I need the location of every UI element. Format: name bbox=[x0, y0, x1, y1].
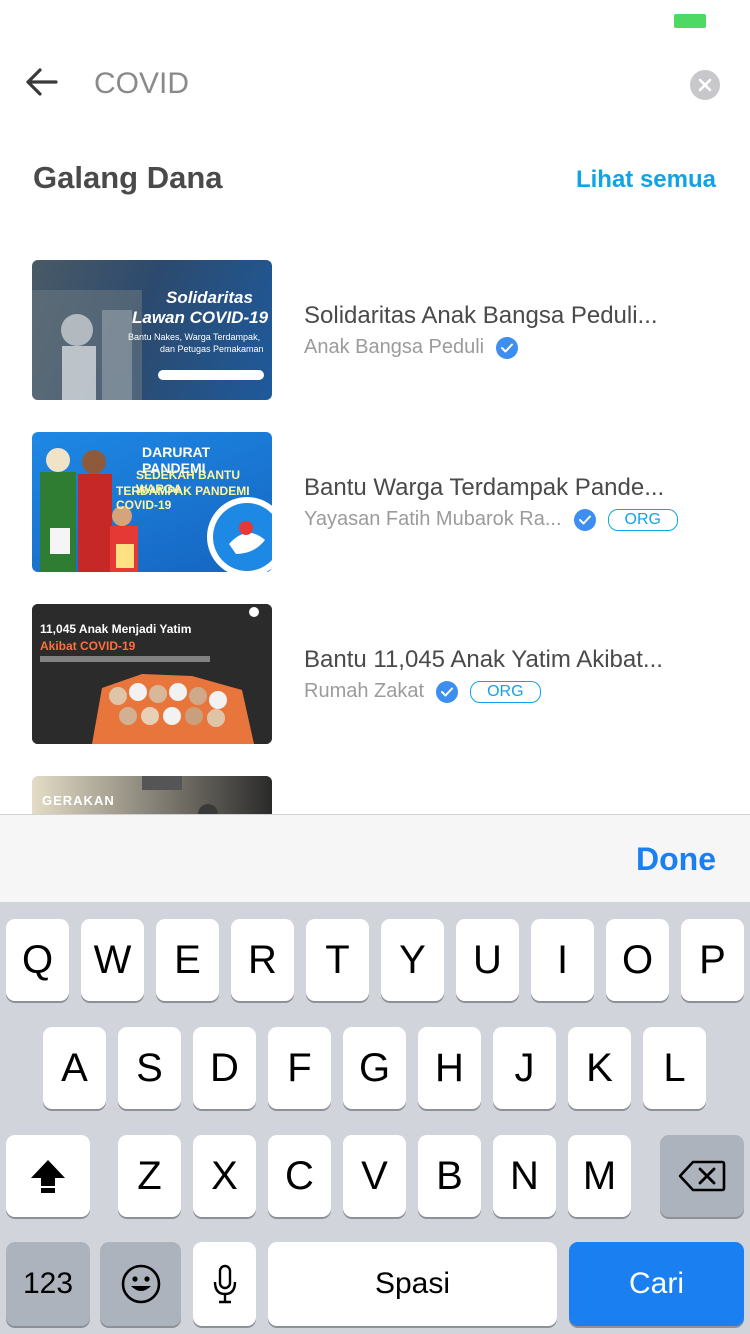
key-c[interactable]: C bbox=[268, 1135, 331, 1217]
thumbnail-headline: Lawan COVID-19 bbox=[132, 308, 269, 327]
campaign-item[interactable]: GERAKAN bbox=[0, 776, 750, 814]
organizer-name: Rumah Zakat bbox=[304, 680, 425, 702]
key-t[interactable]: T bbox=[306, 919, 369, 1001]
organizer-name: Anak Bangsa Peduli bbox=[304, 336, 485, 358]
backspace-icon bbox=[678, 1160, 726, 1192]
key-p[interactable]: P bbox=[681, 919, 744, 1001]
thumbnail-subtext: dan Petugas Pemakaman bbox=[160, 344, 264, 354]
verified-icon bbox=[436, 680, 459, 703]
thumbnail-headline: Solidaritas bbox=[166, 288, 253, 307]
key-j[interactable]: J bbox=[493, 1027, 556, 1109]
key-e[interactable]: E bbox=[156, 919, 219, 1001]
see-all-link[interactable]: Lihat semua bbox=[576, 166, 716, 194]
campaign-organizer: Anak Bangsa Peduli bbox=[304, 336, 519, 359]
key-h[interactable]: H bbox=[418, 1027, 481, 1109]
key-r[interactable]: R bbox=[231, 919, 294, 1001]
thumbnail-art bbox=[32, 290, 264, 400]
campaign-organizer: Rumah Zakat ORG bbox=[304, 680, 541, 703]
organizer-name: Yayasan Fatih Mubarok Ra... bbox=[304, 508, 562, 530]
campaign-title: Solidaritas Anak Bangsa Peduli... bbox=[304, 302, 658, 329]
backspace-key[interactable] bbox=[660, 1135, 744, 1217]
campaign-organizer: Yayasan Fatih Mubarok Ra... ORG bbox=[304, 508, 678, 531]
key-i[interactable]: I bbox=[531, 919, 594, 1001]
key-f[interactable]: F bbox=[268, 1027, 331, 1109]
key-y[interactable]: Y bbox=[381, 919, 444, 1001]
shift-icon bbox=[31, 1160, 65, 1193]
search-return-key[interactable]: Cari bbox=[569, 1242, 744, 1326]
key-b[interactable]: B bbox=[418, 1135, 481, 1217]
emoji-key[interactable] bbox=[100, 1242, 181, 1326]
search-input[interactable] bbox=[94, 64, 654, 104]
clear-search-button[interactable] bbox=[690, 70, 720, 100]
key-s[interactable]: S bbox=[118, 1027, 181, 1109]
key-u[interactable]: U bbox=[456, 919, 519, 1001]
key-v[interactable]: V bbox=[343, 1135, 406, 1217]
key-x[interactable]: X bbox=[193, 1135, 256, 1217]
campaign-thumbnail: Solidaritas Lawan COVID-19 Bantu Nakes, … bbox=[32, 260, 272, 400]
campaign-title: Bantu 11,045 Anak Yatim Akibat... bbox=[304, 646, 663, 673]
verified-icon bbox=[496, 336, 519, 359]
keyboard: Q W E R T Y U I O P A S D F G H J K L Z … bbox=[0, 902, 750, 1334]
space-key[interactable]: Spasi bbox=[268, 1242, 557, 1326]
verified-icon bbox=[573, 508, 596, 531]
back-arrow-icon bbox=[26, 68, 58, 96]
key-a[interactable]: A bbox=[43, 1027, 106, 1109]
campaign-item[interactable]: 11,045 Anak Menjadi Yatim Akibat COVID-1… bbox=[0, 604, 750, 744]
campaign-thumbnail: DARURAT PANDEMI SEDEKAH BANTU WARGA TERD… bbox=[32, 432, 272, 572]
emoji-icon bbox=[121, 1264, 160, 1304]
search-header bbox=[0, 44, 750, 124]
thumbnail-subtext: Akibat COVID-19 bbox=[40, 639, 136, 653]
campaign-thumbnail: 11,045 Anak Menjadi Yatim Akibat COVID-1… bbox=[32, 604, 272, 744]
key-w[interactable]: W bbox=[81, 919, 144, 1001]
key-q[interactable]: Q bbox=[6, 919, 69, 1001]
back-button[interactable] bbox=[22, 62, 62, 102]
section-title: Galang Dana bbox=[33, 160, 223, 195]
shift-key[interactable] bbox=[6, 1135, 90, 1217]
key-d[interactable]: D bbox=[193, 1027, 256, 1109]
dictation-key[interactable] bbox=[193, 1242, 256, 1326]
key-l[interactable]: L bbox=[643, 1027, 706, 1109]
key-g[interactable]: G bbox=[343, 1027, 406, 1109]
campaign-title: Bantu Warga Terdampak Pande... bbox=[304, 474, 665, 501]
done-button[interactable]: Done bbox=[636, 841, 716, 878]
close-icon bbox=[698, 78, 712, 92]
key-n[interactable]: N bbox=[493, 1135, 556, 1217]
numbers-key[interactable]: 123 bbox=[6, 1242, 90, 1326]
key-m[interactable]: M bbox=[568, 1135, 631, 1217]
campaign-thumbnail: GERAKAN bbox=[32, 776, 272, 814]
keyboard-accessory-bar: Done bbox=[0, 814, 750, 902]
thumbnail-subtext: Bantu Nakes, Warga Terdampak, bbox=[128, 332, 261, 342]
microphone-icon bbox=[213, 1264, 236, 1304]
campaign-item[interactable]: Solidaritas Lawan COVID-19 Bantu Nakes, … bbox=[0, 260, 750, 400]
thumbnail-headline: GERAKAN bbox=[42, 793, 115, 808]
org-badge: ORG bbox=[470, 680, 541, 703]
org-badge: ORG bbox=[607, 508, 678, 531]
thumbnail-headline: 11,045 Anak Menjadi Yatim bbox=[40, 622, 192, 636]
key-o[interactable]: O bbox=[606, 919, 669, 1001]
thumbnail-subtext: TERDAMPAK PANDEMI COVID-19 bbox=[116, 484, 250, 512]
key-k[interactable]: K bbox=[568, 1027, 631, 1109]
battery-icon bbox=[674, 14, 706, 28]
key-z[interactable]: Z bbox=[118, 1135, 181, 1217]
campaign-item[interactable]: DARURAT PANDEMI SEDEKAH BANTU WARGA TERD… bbox=[0, 432, 750, 572]
